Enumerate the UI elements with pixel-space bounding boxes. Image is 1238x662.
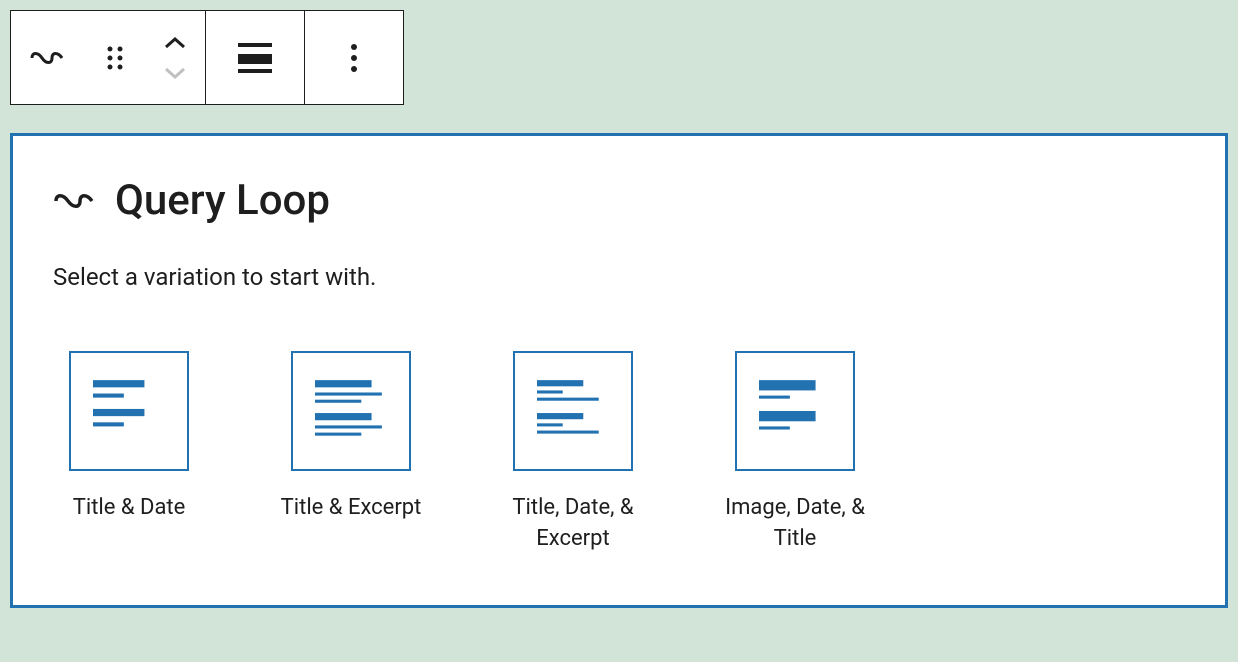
variation-label: Title & Date [73,493,186,524]
move-down-button[interactable] [145,58,205,88]
align-button[interactable] [206,11,304,104]
image-date-title-variation-icon [759,378,831,444]
variations-list: Title & Date Title & Excerpt [53,351,1185,555]
more-options-button[interactable] [305,11,403,104]
variation-title-date[interactable]: Title & Date [53,351,205,555]
variation-icon-box [735,351,855,471]
variation-label: Image, Date, & Title [719,493,871,555]
toolbar-section-more [305,11,403,104]
block-mover-group [145,11,205,104]
title-date-excerpt-variation-icon [537,378,609,444]
variation-title-excerpt[interactable]: Title & Excerpt [275,351,427,555]
chevron-down-icon [163,66,187,80]
toolbar-section-block-controls [11,11,206,104]
title-excerpt-variation-icon [315,378,387,444]
chevron-up-icon [163,36,187,50]
query-loop-icon [30,46,66,70]
block-toolbar [10,10,404,105]
align-icon [238,43,272,73]
block-header: Query Loop [53,176,1185,225]
block-type-button[interactable] [11,11,85,104]
variation-icon-box [69,351,189,471]
variation-title-date-excerpt[interactable]: Title, Date, & Excerpt [497,351,649,555]
block-title: Query Loop [115,176,330,225]
query-loop-icon [53,187,95,215]
toolbar-section-align [206,11,305,104]
variation-label: Title, Date, & Excerpt [497,493,649,555]
query-loop-block-panel: Query Loop Select a variation to start w… [10,133,1228,608]
move-up-button[interactable] [145,28,205,58]
variation-label: Title & Excerpt [281,493,422,524]
variation-image-date-title[interactable]: Image, Date, & Title [719,351,871,555]
drag-handle-button[interactable] [85,11,145,104]
block-description: Select a variation to start with. [53,263,1185,291]
variation-icon-box [513,351,633,471]
drag-handle-icon [105,44,125,72]
variation-icon-box [291,351,411,471]
more-vertical-icon [350,43,358,73]
title-date-variation-icon [93,378,165,444]
